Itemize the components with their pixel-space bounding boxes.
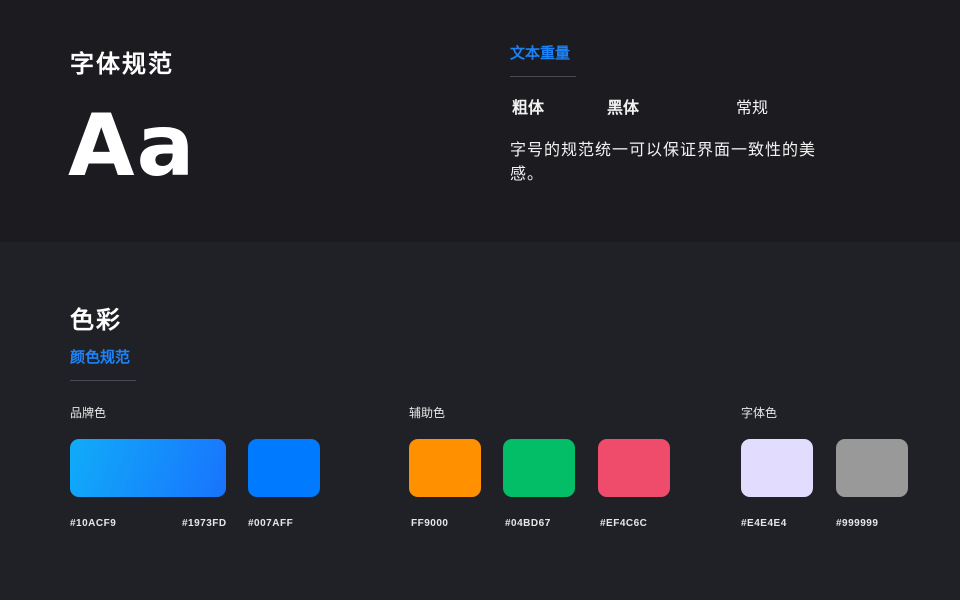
- red-swatch: [598, 439, 670, 497]
- gray-text-hex: #999999: [836, 518, 879, 529]
- color-title: 色彩: [70, 306, 122, 334]
- brand-blue-hex: #007AFF: [248, 518, 294, 529]
- red-hex: #EF4C6C: [600, 518, 648, 529]
- weight-bold-sample: 粗体: [512, 98, 545, 117]
- typography-description: 字号的规范统一可以保证界面一致性的美感。: [510, 140, 817, 183]
- weight-black-sample: 黑体: [607, 98, 640, 117]
- font-sample: Aa: [68, 96, 197, 196]
- light-text-swatch: [741, 439, 813, 497]
- brand-gradient-swatch: [70, 439, 226, 497]
- orange-swatch: [409, 439, 481, 497]
- orange-hex: FF9000: [411, 518, 449, 529]
- color-divider: [70, 380, 136, 381]
- green-hex: #04BD67: [505, 518, 551, 529]
- color-subheading: 颜色规范: [70, 348, 131, 366]
- light-text-hex: #E4E4E4: [741, 518, 787, 529]
- gray-text-swatch: [836, 439, 908, 497]
- brand-gradient-start-hex: #10ACF9: [70, 518, 117, 529]
- color-section: [0, 242, 960, 600]
- green-swatch: [503, 439, 575, 497]
- weight-divider: [510, 76, 576, 77]
- font-colors-label: 字体色: [741, 406, 778, 420]
- typography-title: 字体规范: [70, 50, 174, 78]
- weight-regular-sample: 常规: [736, 98, 769, 117]
- brand-colors-label: 品牌色: [70, 406, 107, 420]
- brand-blue-swatch: [248, 439, 320, 497]
- auxiliary-colors-label: 辅助色: [409, 406, 446, 420]
- weight-heading: 文本重量: [510, 44, 571, 62]
- brand-gradient-end-hex: #1973FD: [182, 518, 227, 529]
